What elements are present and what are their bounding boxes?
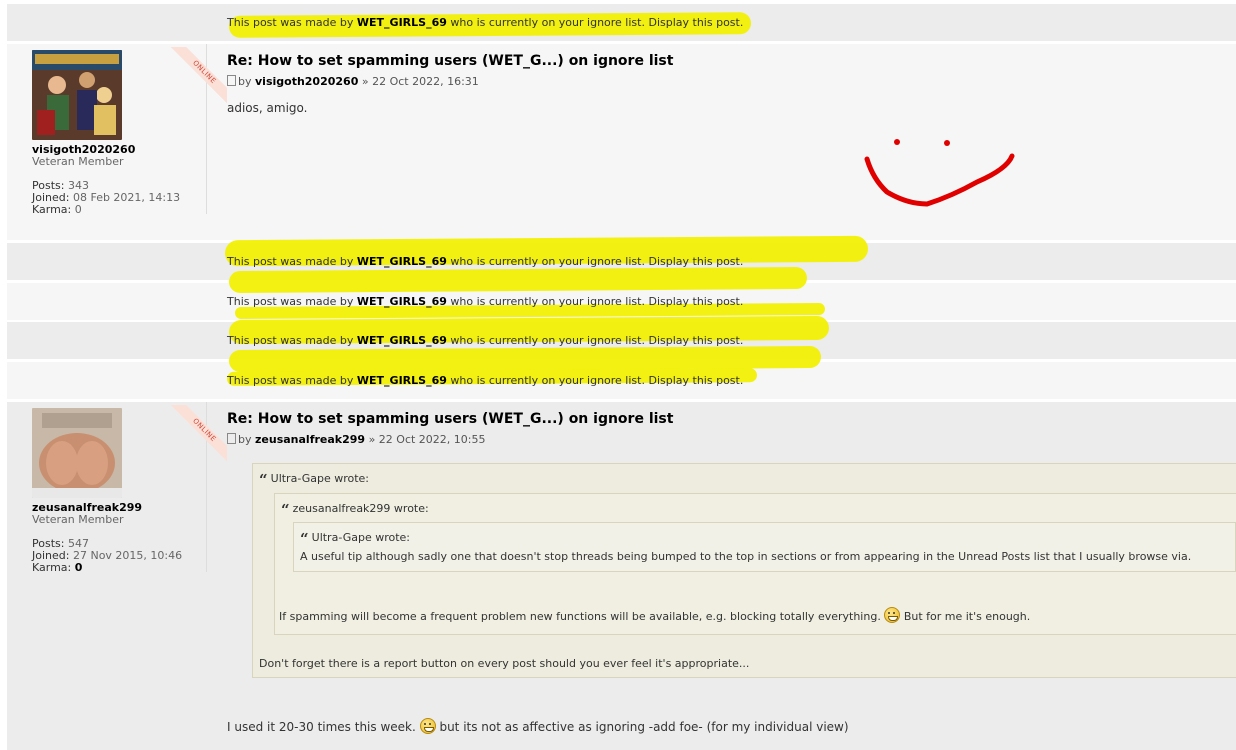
post-author[interactable]: visigoth2020260 (255, 75, 358, 88)
post-meta: by zeusanalfreak299 » 22 Oct 2022, 10:55 (227, 433, 486, 446)
post-title[interactable]: Re: How to set spamming users (WET_G...)… (227, 53, 673, 69)
ignored-prefix: This post was made by (227, 334, 354, 347)
post-icon[interactable] (227, 433, 236, 444)
display-post-link[interactable]: Display this post. (648, 16, 743, 29)
avatar[interactable] (32, 50, 122, 140)
ignored-post-row: This post was made by WET_GIRLS_69 who i… (7, 4, 1236, 41)
quote-header: “zeusanalfreak299 wrote: (281, 501, 429, 519)
user-rank: Veteran Member (32, 155, 124, 168)
display-post-link[interactable]: Display this post. (648, 334, 743, 347)
ignored-suffix: who is currently on your ignore list. (450, 255, 645, 268)
ignored-notice: This post was made by WET_GIRLS_69 who i… (227, 4, 743, 41)
ignored-prefix: This post was made by (227, 255, 354, 268)
post-title[interactable]: Re: How to set spamming users (WET_G...)… (227, 411, 673, 427)
post-author[interactable]: zeusanalfreak299 (255, 433, 365, 446)
karma-value: 0 (74, 203, 82, 216)
quote-author: Ultra-Gape wrote: (270, 472, 370, 485)
user-rank: Veteran Member (32, 513, 124, 526)
ignored-user-link[interactable]: WET_GIRLS_69 (357, 255, 447, 268)
red-smiley-scribble (864, 139, 1015, 207)
ignored-post-row: This post was made by WET_GIRLS_69 who i… (7, 345, 1236, 399)
post-profile: visigoth2020260 Veteran Member Posts: 34… (14, 44, 227, 216)
quote-icon: “ (300, 530, 309, 548)
ignored-suffix: who is currently on your ignore list. (450, 334, 645, 347)
quote-text-after: But for me it's enough. (903, 610, 1031, 623)
post-body: I used it 20-30 times this week. but its… (227, 718, 849, 734)
quote-inner: “Ultra-Gape wrote: A useful tip although… (293, 522, 1236, 572)
ignored-user-link[interactable]: WET_GIRLS_69 (357, 16, 447, 29)
quote-text-before: If spamming will become a frequent probl… (279, 610, 881, 623)
quote-icon: “ (281, 501, 290, 519)
post-profile: zeusanalfreak299 Veteran Member Posts: 5… (14, 402, 227, 574)
quote-middle: “zeusanalfreak299 wrote: “Ultra-Gape wro… (274, 493, 1236, 635)
ignored-prefix: This post was made by (227, 295, 354, 308)
online-ribbon: ONLINE (157, 47, 227, 117)
quote-icon: “ (259, 471, 268, 489)
karma-label: Karma: (32, 203, 72, 216)
quote-header: “Ultra-Gape wrote: (300, 530, 410, 548)
post-body: adios, amigo. (227, 101, 308, 115)
joined-date: 27 Nov 2015, 10:46 (72, 549, 183, 562)
quote-author: zeusanalfreak299 wrote: (292, 502, 429, 515)
quote-author: Ultra-Gape wrote: (311, 531, 411, 544)
ignored-suffix: who is currently on your ignore list. (450, 16, 645, 29)
post-date: » 22 Oct 2022, 10:55 (368, 433, 486, 446)
ignored-notice: This post was made by WET_GIRLS_69 who i… (227, 362, 743, 399)
quote-text: If spamming will become a frequent probl… (279, 607, 1030, 623)
quote-text: Don't forget there is a report button on… (259, 657, 750, 670)
post-meta: by visigoth2020260 » 22 Oct 2022, 16:31 (227, 75, 479, 88)
ignored-post-row: This post was made by WET_GIRLS_69 who i… (7, 266, 1236, 320)
avatar[interactable] (32, 408, 122, 498)
post-icon[interactable] (227, 75, 236, 86)
grin-smiley-icon (419, 718, 436, 734)
ignored-prefix: This post was made by (227, 16, 354, 29)
smiley-icon (884, 607, 901, 623)
ignored-notice: This post was made by WET_GIRLS_69 who i… (227, 283, 743, 320)
karma-value: 0 (74, 561, 83, 574)
post-zeusanalfreak: zeusanalfreak299 Veteran Member Posts: 5… (7, 402, 1236, 750)
karma-label: Karma: (32, 561, 72, 574)
online-status: ONLINE (161, 405, 227, 474)
post-visigoth: visigoth2020260 Veteran Member Posts: 34… (7, 44, 1236, 240)
ignored-suffix: who is currently on your ignore list. (450, 374, 645, 387)
user-stats: Posts: 547 Joined: 27 Nov 2015, 10:46 Ka… (32, 538, 212, 574)
online-status: ONLINE (161, 47, 227, 116)
ignored-user-link[interactable]: WET_GIRLS_69 (357, 374, 447, 387)
user-stats: Posts: 343 Joined: 08 Feb 2021, 14:13 Ka… (32, 180, 212, 216)
post-body-after: but its not as affective as ignoring -ad… (439, 720, 849, 734)
post-date: » 22 Oct 2022, 16:31 (361, 75, 479, 88)
quote-outer: “Ultra-Gape wrote: “zeusanalfreak299 wro… (252, 463, 1236, 678)
ignored-suffix: who is currently on your ignore list. (450, 295, 645, 308)
display-post-link[interactable]: Display this post. (648, 295, 743, 308)
quote-header: “Ultra-Gape wrote: (259, 471, 369, 489)
ignored-prefix: This post was made by (227, 374, 354, 387)
by-label: by (238, 75, 252, 88)
post-body-before: I used it 20-30 times this week. (227, 720, 416, 734)
display-post-link[interactable]: Display this post. (648, 374, 743, 387)
quote-text: A useful tip although sadly one that doe… (300, 550, 1192, 563)
display-post-link[interactable]: Display this post. (648, 255, 743, 268)
ignored-user-link[interactable]: WET_GIRLS_69 (357, 334, 447, 347)
ignored-user-link[interactable]: WET_GIRLS_69 (357, 295, 447, 308)
joined-date: 08 Feb 2021, 14:13 (72, 191, 181, 204)
online-ribbon: ONLINE (157, 405, 227, 475)
by-label: by (238, 433, 252, 446)
